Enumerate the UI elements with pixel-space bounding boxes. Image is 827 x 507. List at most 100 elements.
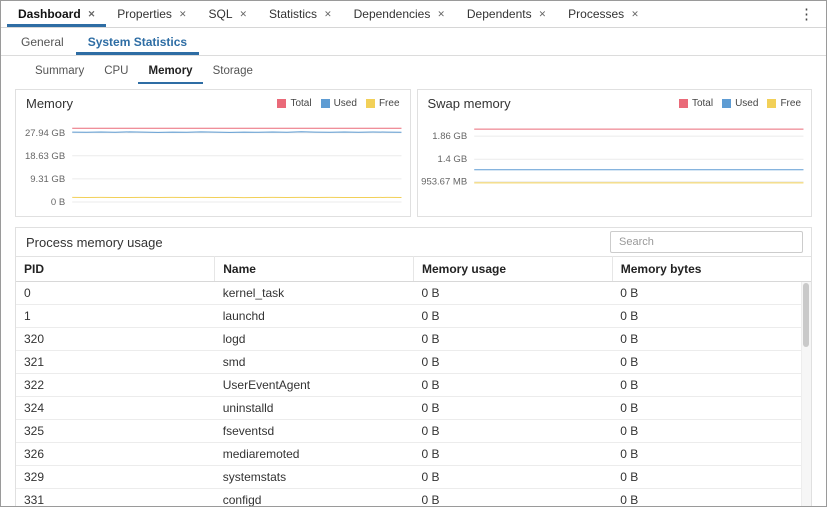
column-header-memory-usage[interactable]: Memory usage [414,257,613,282]
close-icon[interactable]: ✕ [539,10,547,19]
process-table: PIDNameMemory usageMemory bytes 0kernel_… [16,256,811,507]
table-cell: 322 [16,374,215,397]
tab-properties[interactable]: Properties✕ [106,1,197,27]
table-cell: 0 B [414,466,613,489]
process-memory-panel: Process memory usage PIDNameMemory usage… [15,227,812,507]
table-cell: 0 B [612,305,811,328]
table-cell: 324 [16,397,215,420]
svg-text:18.63 GB: 18.63 GB [25,151,65,162]
table-row[interactable]: 322UserEventAgent0 B0 B [16,374,811,397]
line-chart-swap-memory: 1.86 GB 1.4 GB 953.67 MB [418,111,812,211]
tab-sql[interactable]: SQL ✕ [197,1,258,27]
svg-text:1.4 GB: 1.4 GB [437,154,467,165]
main-tab-bar: Dashboard✕Properties✕SQL✕Statistics✕Depe… [1,1,826,28]
table-cell: 0 B [612,420,811,443]
table-cell: 0 B [414,305,613,328]
table-row[interactable]: 329systemstats0 B0 B [16,466,811,489]
close-icon[interactable]: ✕ [437,10,445,19]
table-row[interactable]: 325fseventsd0 B0 B [16,420,811,443]
column-header-memory-bytes[interactable]: Memory bytes [612,257,811,282]
tab-label: Processes [568,7,624,21]
table-row[interactable]: 324uninstalld0 B0 B [16,397,811,420]
table-cell: 329 [16,466,215,489]
pgadmin-dashboard-window: Dashboard✕Properties✕SQL✕Statistics✕Depe… [0,0,827,507]
legend-label: Total [290,98,311,109]
legend-swatch-icon [366,99,375,108]
table-row[interactable]: 326mediaremoted0 B0 B [16,443,811,466]
scrollbar-thumb[interactable] [803,283,809,347]
close-icon[interactable]: ✕ [324,10,332,19]
process-table-head-row: PIDNameMemory usageMemory bytes [16,257,811,282]
tab-dependents[interactable]: Dependents ✕ [456,1,557,27]
table-cell: 1 [16,305,215,328]
stat-tab-summary[interactable]: Summary [25,58,94,84]
table-cell: 0 B [612,351,811,374]
tab-statistics[interactable]: Statistics ✕ [258,1,343,27]
legend-item-total: Total [679,98,713,109]
table-cell: 0 B [612,489,811,507]
table-cell: 326 [16,443,215,466]
table-cell: launchd [215,305,414,328]
table-row[interactable]: 320logd0 B0 B [16,328,811,351]
table-cell: 0 B [414,489,613,507]
tab-dependencies[interactable]: Dependencies✕ [343,1,456,27]
table-cell: 0 B [414,328,613,351]
table-cell: UserEventAgent [215,374,414,397]
table-cell: fseventsd [215,420,414,443]
stat-tab-memory[interactable]: Memory [138,58,202,84]
stat-tab-storage[interactable]: Storage [203,58,263,84]
table-row[interactable]: 1launchd0 B0 B [16,305,811,328]
svg-text:953.67 MB: 953.67 MB [421,177,467,188]
svg-text:1.86 GB: 1.86 GB [432,131,467,142]
nav-tab-system-statistics[interactable]: System Statistics [76,28,199,55]
table-cell: logd [215,328,414,351]
legend-swatch-icon [321,99,330,108]
table-cell: 0 B [414,374,613,397]
table-cell: 0 B [612,374,811,397]
close-icon[interactable]: ✕ [179,10,187,19]
tab-label: Dashboard [18,7,81,21]
legend-item-used: Used [321,98,357,109]
svg-text:9.31 GB: 9.31 GB [30,174,65,185]
tab-dashboard[interactable]: Dashboard ✕ [7,1,106,27]
legend-swatch-icon [679,99,688,108]
stat-tab-cpu[interactable]: CPU [94,58,138,84]
svg-text:0 B: 0 B [51,197,65,208]
table-scrollbar[interactable] [801,282,811,507]
tab-processes[interactable]: Processes ✕ [557,1,650,27]
table-cell: 0 B [414,282,613,305]
table-row[interactable]: 331configd0 B0 B [16,489,811,507]
close-icon[interactable]: ✕ [631,10,639,19]
table-cell: mediaremoted [215,443,414,466]
table-cell: 0 B [612,328,811,351]
table-cell: 0 B [414,443,613,466]
close-icon[interactable]: ✕ [88,10,96,19]
tab-label: Dependents [467,7,532,21]
search-input[interactable] [610,231,803,253]
kebab-menu-icon[interactable]: ⋮ [787,1,826,27]
process-panel-title: Process memory usage [24,235,163,250]
legend-swatch-icon [722,99,731,108]
chart-header: MemoryTotalUsedFree [16,90,410,111]
table-cell: 0 B [414,420,613,443]
tab-label: SQL [208,7,232,21]
legend-label: Used [735,98,758,109]
column-header-name[interactable]: Name [215,257,414,282]
table-cell: 0 [16,282,215,305]
chart-legend: TotalUsedFree [277,98,399,109]
table-cell: 0 B [612,466,811,489]
table-cell: 331 [16,489,215,507]
tab-label: Statistics [269,7,317,21]
table-row[interactable]: 0kernel_task0 B0 B [16,282,811,305]
close-icon[interactable]: ✕ [240,10,248,19]
stat-tab-bar: SummaryCPUMemoryStorage [1,58,826,84]
column-header-pid[interactable]: PID [16,257,215,282]
line-chart-memory: 27.94 GB18.63 GB9.31 GB0 B [16,111,410,211]
table-cell: 320 [16,328,215,351]
table-cell: 325 [16,420,215,443]
table-row[interactable]: 321smd0 B0 B [16,351,811,374]
nav-tab-general[interactable]: General [9,28,76,55]
legend-label: Total [692,98,713,109]
legend-item-used: Used [722,98,758,109]
table-cell: 0 B [414,351,613,374]
